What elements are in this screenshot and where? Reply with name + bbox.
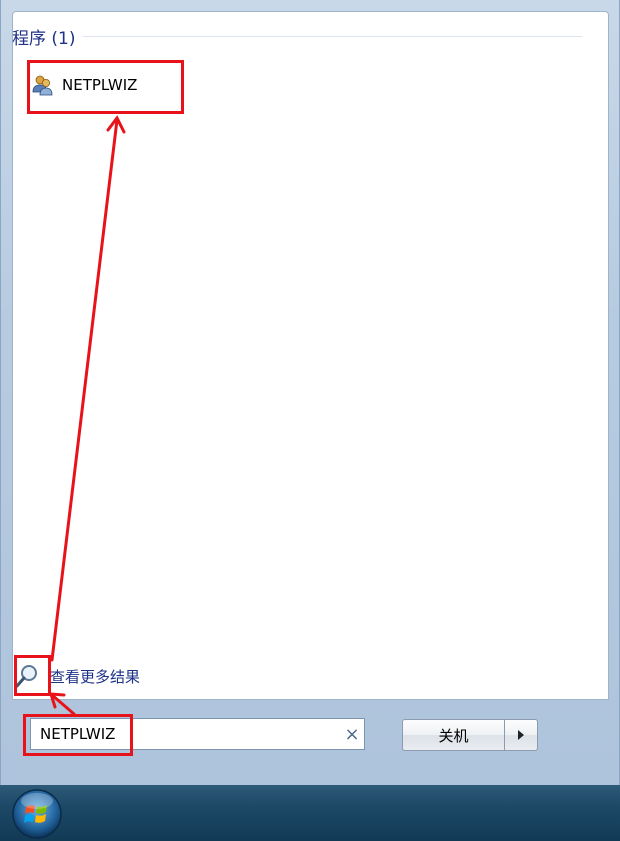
clear-search-icon[interactable]: × — [340, 724, 364, 745]
see-more-results-link[interactable]: 查看更多结果 — [14, 656, 140, 696]
result-item-label: NETPLWIZ — [62, 76, 138, 94]
shutdown-options-button[interactable] — [505, 719, 538, 751]
taskbar — [0, 785, 620, 841]
shutdown-group: 关机 — [402, 719, 538, 751]
search-icon — [15, 665, 37, 688]
section-divider — [83, 36, 582, 37]
start-orb-windows-icon[interactable] — [8, 786, 66, 840]
chevron-right-icon — [518, 730, 524, 740]
result-item-netplwiz[interactable]: NETPLWIZ — [28, 58, 183, 112]
see-more-label: 查看更多结果 — [50, 667, 141, 686]
users-icon — [32, 75, 53, 96]
section-header-label: 程序 (1) — [12, 29, 76, 49]
search-input[interactable]: NETPLWIZ × — [30, 718, 365, 750]
search-results-pane — [12, 11, 609, 700]
programs-section-header: 程序 (1) — [12, 24, 582, 49]
shutdown-button[interactable]: 关机 — [402, 719, 505, 751]
search-input-value: NETPLWIZ — [40, 725, 116, 743]
